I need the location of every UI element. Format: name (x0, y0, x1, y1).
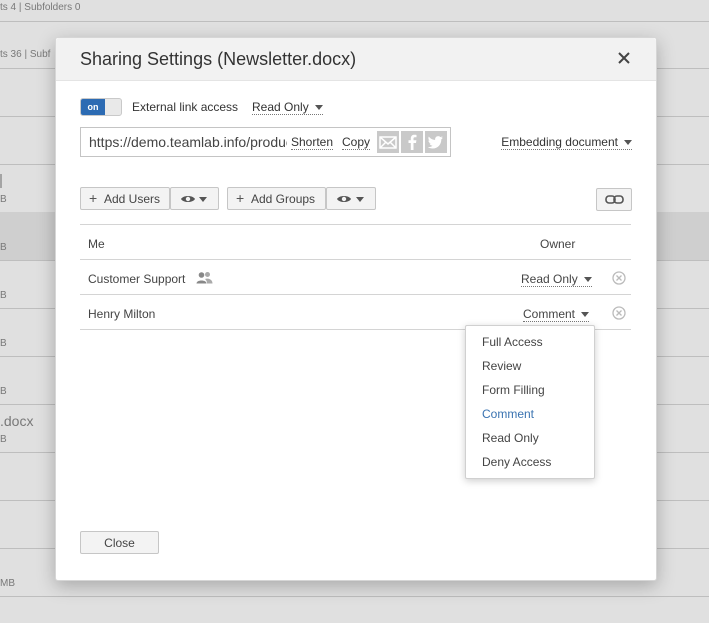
facebook-icon[interactable] (401, 131, 423, 153)
users-access-dropdown[interactable] (170, 187, 219, 210)
embedding-document-label: Embedding document (501, 135, 618, 149)
list-divider (80, 259, 631, 260)
list-divider (80, 224, 631, 225)
access-select[interactable]: Read Only (521, 272, 592, 287)
access-dropdown-menu: Full Access Review Form Filling Comment … (465, 325, 595, 479)
share-link-box: https://demo.teamlab.info/products/files… (80, 127, 451, 157)
menu-item-form-filling[interactable]: Form Filling (482, 383, 545, 397)
mail-icon[interactable] (377, 131, 399, 153)
share-row-name: Henry Milton (88, 307, 156, 321)
external-link-toggle[interactable]: on (80, 98, 122, 116)
caret-down-icon (624, 140, 632, 146)
close-button[interactable]: Close (80, 531, 159, 554)
shorten-link[interactable]: Shorten (291, 135, 334, 150)
external-access-value: Read Only (252, 100, 309, 114)
external-access-select[interactable]: Read Only (252, 100, 323, 115)
add-groups-button[interactable]: + Add Groups (227, 187, 326, 210)
caret-down-icon (581, 312, 590, 318)
close-icon[interactable] (614, 48, 634, 68)
list-divider (80, 294, 631, 295)
sharing-settings-dialog: Sharing Settings (Newsletter.docx) on Ex… (55, 37, 657, 581)
copy-link[interactable]: Copy (342, 135, 371, 150)
add-users-button[interactable]: + Add Users (80, 187, 170, 210)
groups-access-dropdown[interactable] (326, 187, 376, 210)
caret-down-icon (314, 105, 323, 111)
menu-item-comment[interactable]: Comment (482, 407, 534, 421)
toggle-on-label: on (81, 99, 105, 115)
add-users-label: Add Users (104, 192, 161, 206)
access-select[interactable]: Comment (523, 307, 590, 322)
share-link-url[interactable]: https://demo.teamlab.info/products/files… (89, 134, 287, 150)
caret-down-icon (199, 197, 207, 202)
dialog-header: Sharing Settings (Newsletter.docx) (56, 38, 656, 81)
embedding-document-select[interactable]: Embedding document (501, 135, 632, 150)
share-row-name: Me (88, 237, 105, 251)
twitter-icon[interactable] (425, 131, 447, 153)
menu-item-review[interactable]: Review (482, 359, 521, 373)
add-groups-label: Add Groups (251, 192, 316, 206)
plus-icon: + (236, 190, 245, 206)
share-row-name: Customer Support (88, 272, 186, 286)
menu-item-full-access[interactable]: Full Access (482, 335, 543, 349)
access-value: Read Only (521, 272, 578, 286)
menu-item-deny-access[interactable]: Deny Access (482, 455, 551, 469)
menu-item-read-only[interactable]: Read Only (482, 431, 539, 445)
remove-icon[interactable] (612, 306, 626, 320)
remove-icon[interactable] (612, 271, 626, 285)
group-icon (196, 272, 213, 284)
dialog-title: Sharing Settings (Newsletter.docx) (80, 49, 357, 69)
link-button[interactable] (596, 188, 632, 211)
access-value: Comment (523, 307, 576, 321)
caret-down-icon (583, 277, 592, 283)
owner-label: Owner (540, 237, 576, 251)
eye-icon (181, 196, 195, 202)
plus-icon: + (89, 190, 98, 206)
external-link-label: External link access (132, 100, 239, 114)
link-icon (605, 195, 624, 204)
caret-down-icon (356, 197, 364, 202)
eye-icon (337, 196, 351, 202)
